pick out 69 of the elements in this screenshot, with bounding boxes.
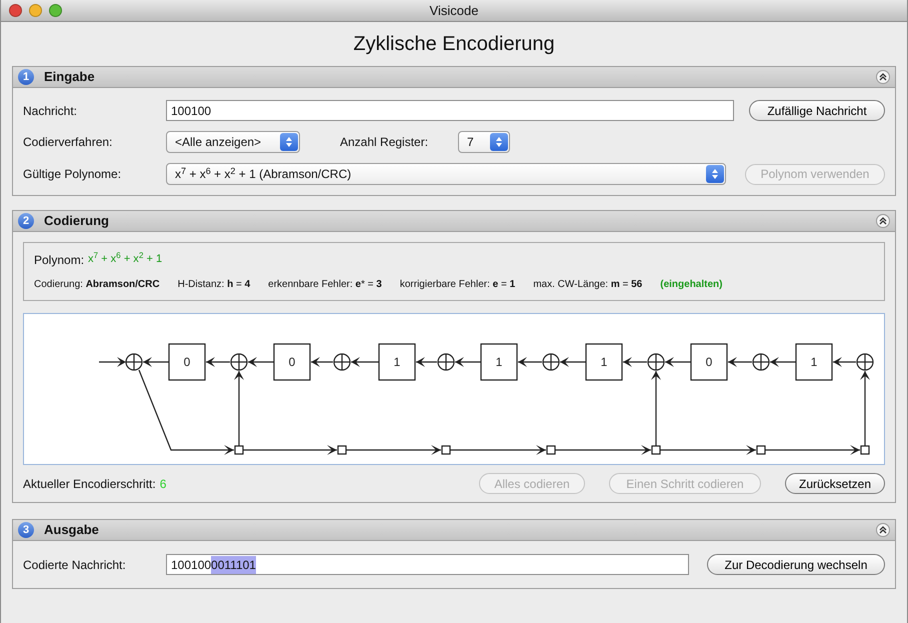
code-property: Codierung: Abramson/CRC (34, 278, 160, 292)
arrow (206, 357, 230, 367)
arrow (248, 357, 274, 367)
collapse-icon[interactable] (876, 523, 890, 537)
xor-icon (230, 353, 248, 371)
register-box: 1 (795, 343, 833, 381)
register-box: 1 (585, 343, 623, 381)
arrow (623, 357, 647, 367)
section-number: 2 (18, 213, 34, 229)
push-button[interactable]: Zur Decodierung wechseln (707, 554, 885, 575)
popup-arrows-icon (490, 133, 508, 151)
popup-menu[interactable]: <Alle anzeigen> (166, 131, 300, 153)
xor-icon (333, 353, 351, 371)
close-button[interactable] (9, 4, 22, 17)
xor-icon (856, 353, 874, 371)
code-property: H-Distanz: h = 4 (178, 278, 250, 292)
xor-icon (437, 353, 455, 371)
section-number: 3 (18, 522, 34, 538)
xor-icon (647, 353, 665, 371)
push-button[interactable]: Zufällige Nachricht (749, 100, 885, 121)
input-arrow (99, 357, 126, 367)
step-label: Aktueller Encodierschritt: (23, 476, 156, 492)
arrow (351, 357, 379, 367)
code-property: korrigierbare Fehler: e = 1 (400, 278, 516, 292)
collapse-icon[interactable] (876, 70, 890, 84)
field-label: Gültige Polynome: (23, 166, 122, 183)
arrow (518, 357, 542, 367)
register-box: 0 (168, 343, 206, 381)
popup-arrows-icon (280, 133, 298, 151)
code-property: max. CW-Länge: m = 56 (533, 278, 642, 292)
popup-menu[interactable]: 7 (458, 131, 510, 153)
arrow (833, 357, 856, 367)
arrow (665, 357, 691, 367)
page-heading: Zyklische Encodierung (352, 32, 556, 57)
polynomial-value: x$^{7}$ + x$^{6}$ + x$^{2}$ + 1 (88, 251, 162, 267)
section-title: Ausgabe (44, 521, 100, 540)
arrow (143, 357, 169, 367)
register-box: 1 (378, 343, 416, 381)
limit-status: (eingehalten) (660, 278, 722, 292)
section-title: Eingabe (44, 68, 96, 86)
xor-icon (125, 353, 143, 371)
popup-arrows-icon (706, 165, 724, 183)
encoded-message-field[interactable]: 1001000011101 (166, 554, 689, 575)
arrow (416, 357, 437, 367)
arrow (455, 357, 481, 367)
arrow (728, 357, 752, 367)
arrow (311, 357, 333, 367)
register-box: 1 (480, 343, 518, 381)
xor-icon (542, 353, 560, 371)
field-label: Codierverfahren: (23, 134, 114, 151)
zoom-button[interactable] (49, 4, 62, 17)
section-title: Codierung (44, 212, 110, 230)
arrow (560, 357, 586, 367)
section-number: 1 (18, 69, 34, 85)
field-label: Codierte Nachricht: (23, 556, 127, 574)
message-field[interactable]: 100100 (166, 100, 734, 121)
field-label: Anzahl Register: (340, 134, 430, 151)
field-label: Nachricht: (23, 102, 78, 120)
register-box: 0 (273, 343, 311, 381)
xor-icon (752, 353, 770, 371)
code-property: erkennbare Fehler: e* = 3 (268, 278, 382, 292)
step-value: 6 (160, 476, 166, 492)
window-title: Visicode (430, 2, 478, 20)
polynomial-label: Polynom: (34, 252, 84, 269)
popup-menu[interactable]: x$^{7}$ + x$^{6}$ + x$^{2}$ + 1 (Abramson/CRC) (166, 163, 726, 185)
register-box: 0 (690, 343, 728, 381)
collapse-icon[interactable] (876, 214, 890, 228)
arrow (770, 357, 796, 367)
push-button[interactable]: Zurücksetzen (785, 473, 885, 494)
